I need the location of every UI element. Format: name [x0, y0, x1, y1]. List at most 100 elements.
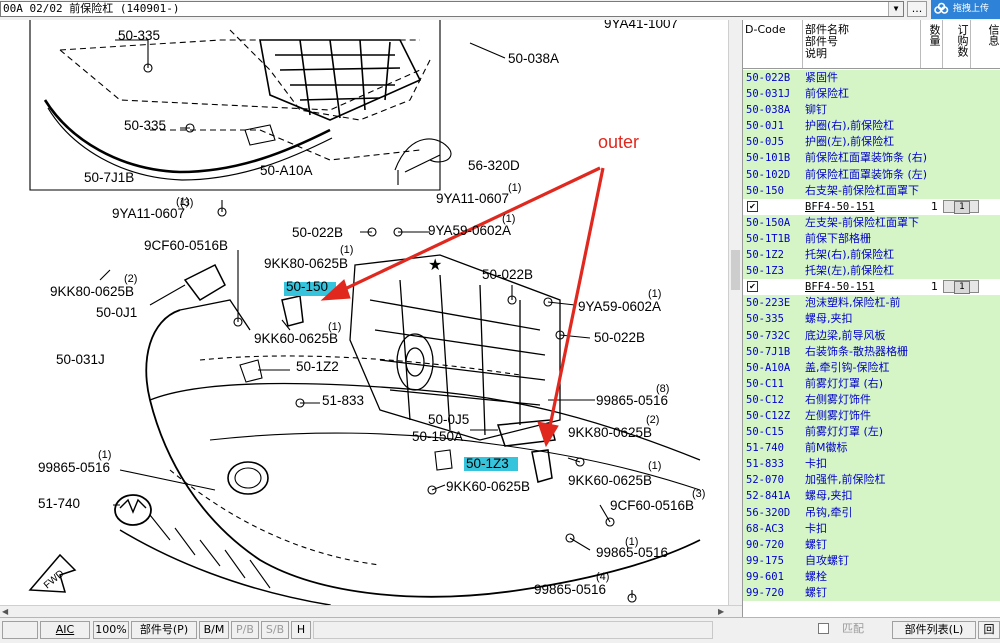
callout-label[interactable]: 99865-0516: [596, 393, 668, 408]
callout-label[interactable]: 9YA59-0602A: [578, 299, 661, 314]
callout-label[interactable]: 99865-0516: [38, 460, 110, 475]
callout-label[interactable]: 50-335: [118, 28, 160, 43]
callout-label[interactable]: 50-022B: [594, 330, 645, 345]
subpart-row[interactable]: ✔ BFF4-50-151 1 1: [743, 198, 1000, 215]
callout-label[interactable]: 9KK60-0625B: [568, 473, 652, 488]
part-code[interactable]: 99-175: [746, 553, 784, 569]
callout-label[interactable]: 50-022B: [482, 267, 533, 282]
part-row[interactable]: 50-7J1B 右装饰条-散热器格栅: [743, 343, 1000, 360]
dropdown-arrow-icon[interactable]: ▼: [888, 2, 903, 16]
part-code[interactable]: 50-022B: [746, 70, 790, 86]
callout-label[interactable]: 99865-0516: [534, 582, 606, 597]
parts-list-button[interactable]: 部件列表(L): [892, 621, 976, 639]
part-row[interactable]: 51-833 卡扣: [743, 456, 1000, 473]
pb-button[interactable]: P/B: [231, 621, 259, 639]
part-code[interactable]: 51-833: [746, 456, 784, 472]
callout-label[interactable]: 50-1Z2: [296, 359, 339, 374]
part-row[interactable]: 50-C12 右侧雾灯饰件: [743, 391, 1000, 408]
part-row[interactable]: 50-022B 紧固件: [743, 70, 1000, 87]
callout-label[interactable]: 50-0J1: [96, 305, 137, 320]
callout-label[interactable]: 50-150: [286, 279, 328, 294]
part-row[interactable]: 50-038A 铆钉: [743, 102, 1000, 119]
part-row[interactable]: 50-C12Z 左侧雾灯饰件: [743, 407, 1000, 425]
col-name[interactable]: 部件名称 部件号 说明: [803, 20, 921, 68]
callout-label[interactable]: 50-031J: [56, 352, 105, 367]
callout-label[interactable]: 50-038A: [508, 51, 559, 66]
part-row[interactable]: 50-0J5 护圈(左),前保险杠: [743, 134, 1000, 151]
group-selector[interactable]: 00A 02/02 前保险杠 (140901-) ▼: [0, 1, 904, 17]
callout-label[interactable]: 50-335: [124, 118, 166, 133]
part-code[interactable]: 56-320D: [746, 505, 790, 521]
callout-label[interactable]: 51-740: [38, 496, 80, 511]
part-row[interactable]: 50-1T1B 前保下部格栅: [743, 230, 1000, 248]
part-row[interactable]: 50-0J1 护圈(右),前保险杠: [743, 118, 1000, 135]
col-info[interactable]: 信息: [971, 20, 1000, 68]
part-row[interactable]: 50-150A 左支架-前保险杠面罩下: [743, 214, 1000, 231]
part-code[interactable]: 52-070: [746, 472, 784, 488]
part-row[interactable]: 50-1Z3 托架(左),前保险杠: [743, 263, 1000, 280]
callout-label[interactable]: 50-022B: [292, 225, 343, 240]
diagram-vertical-scrollbar[interactable]: [728, 20, 743, 605]
part-code[interactable]: 50-C15: [746, 424, 784, 440]
part-number[interactable]: BFF4-50-151: [805, 279, 875, 295]
part-code[interactable]: 50-C11: [746, 376, 784, 392]
part-row[interactable]: 51-740 前M徽标: [743, 440, 1000, 457]
part-code[interactable]: 99-720: [746, 585, 784, 601]
checkmark-icon[interactable]: ✔: [747, 281, 758, 293]
part-code[interactable]: 90-720: [746, 537, 784, 553]
part-code[interactable]: 50-031J: [746, 86, 790, 102]
part-row[interactable]: 50-C15 前雾灯灯罩 (左): [743, 424, 1000, 441]
part-code[interactable]: 99-601: [746, 569, 784, 585]
part-row[interactable]: 50-223E 泡沫塑料,保险杠-前: [743, 295, 1000, 312]
callout-label[interactable]: 9YA59-0602A: [428, 223, 511, 238]
part-row[interactable]: 50-1Z2 托架(右),前保险杠: [743, 247, 1000, 264]
part-row[interactable]: 50-335 螺母,夹扣: [743, 311, 1000, 328]
col-qty[interactable]: 数量: [921, 20, 943, 68]
callout-label[interactable]: 9KK80-0625B: [568, 425, 652, 440]
callout-label[interactable]: 9CF60-0516B: [610, 498, 694, 513]
sb-button[interactable]: S/B: [261, 621, 289, 639]
part-code[interactable]: 50-0J1: [746, 118, 784, 134]
zoom-level[interactable]: 100%: [93, 621, 129, 639]
callout-label[interactable]: 9KK80-0625B: [264, 256, 348, 271]
parts-diagram[interactable]: outer ★ FWD 50-335 50-335 50-038A 9YA41-100…: [0, 20, 728, 617]
callout-label[interactable]: 51-833: [322, 393, 364, 408]
subpart-row[interactable]: ✔ BFF4-50-151 1 1: [743, 279, 1000, 296]
order-quantity-field[interactable]: 1: [943, 199, 979, 214]
part-code[interactable]: 50-102D: [746, 167, 790, 183]
callout-label[interactable]: 9YA11-0607: [436, 191, 509, 206]
part-code[interactable]: 50-732C: [746, 328, 790, 344]
part-code[interactable]: 50-1Z3: [746, 263, 784, 279]
callout-label[interactable]: 9YA41-1007: [604, 20, 678, 31]
callout-label[interactable]: 50-7J1B: [84, 170, 134, 185]
callout-label[interactable]: 50-0J5: [428, 412, 469, 427]
callout-label[interactable]: 9YA11-0607: [112, 206, 185, 221]
part-code[interactable]: 50-223E: [746, 295, 790, 311]
part-code[interactable]: 50-7J1B: [746, 344, 790, 360]
part-row[interactable]: 90-720 螺钉: [743, 536, 1000, 553]
part-code[interactable]: 50-C12: [746, 392, 784, 408]
back-button[interactable]: 回: [978, 621, 1000, 639]
part-code[interactable]: 51-740: [746, 440, 784, 456]
part-code[interactable]: 50-150A: [746, 215, 790, 231]
part-row[interactable]: 50-A10A 盖,牵引钩-保险杠: [743, 359, 1000, 376]
part-code[interactable]: 50-C12Z: [746, 408, 790, 424]
part-row[interactable]: 99-601 螺栓: [743, 568, 1000, 585]
callout-label[interactable]: 50-150A: [412, 429, 463, 444]
callout-label[interactable]: 9KK60-0625B: [254, 331, 338, 346]
match-checkbox[interactable]: [818, 623, 829, 634]
col-order[interactable]: 订购数: [943, 20, 971, 68]
callout-label[interactable]: 56-320D: [468, 158, 520, 173]
callout-label[interactable]: 9KK80-0625B: [50, 284, 134, 299]
part-code[interactable]: 50-0J5: [746, 134, 784, 150]
part-row[interactable]: 50-101B 前保险杠面罩装饰条 (右): [743, 150, 1000, 167]
order-quantity-field[interactable]: 1: [943, 280, 979, 295]
part-row[interactable]: 50-102D 前保险杠面罩装饰条 (左): [743, 166, 1000, 183]
part-row[interactable]: 68-AC3 卡扣: [743, 520, 1000, 537]
bm-button[interactable]: B/M: [199, 621, 229, 639]
part-code[interactable]: 50-A10A: [746, 360, 790, 376]
part-number-button[interactable]: 部件号(P): [131, 621, 197, 639]
callout-label[interactable]: 50-1Z3: [466, 456, 509, 471]
part-code[interactable]: 50-038A: [746, 102, 790, 118]
callout-label[interactable]: 9KK60-0625B: [446, 479, 530, 494]
